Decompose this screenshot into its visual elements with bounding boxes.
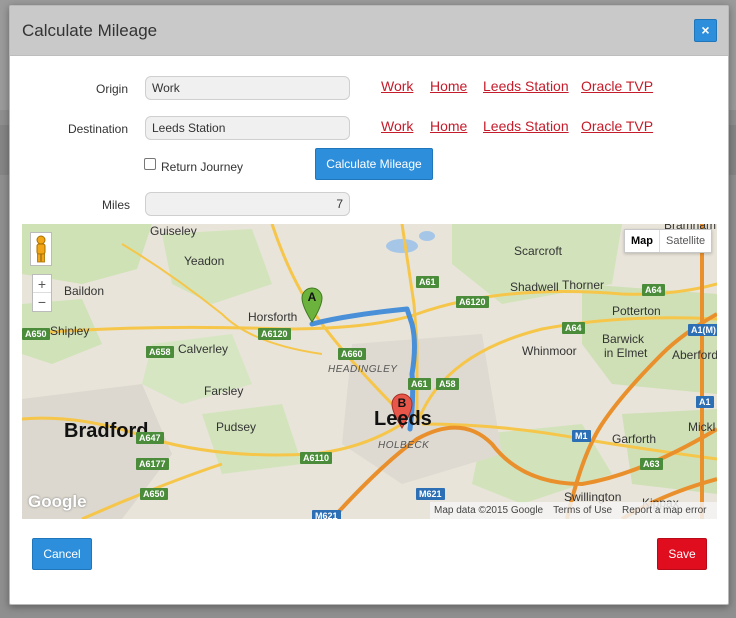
place-label: Scarcroft — [514, 244, 563, 258]
place-label: Shipley — [50, 324, 90, 338]
place-label: Baildon — [64, 284, 105, 298]
street-view-pegman-icon[interactable] — [30, 232, 52, 266]
road-badge: A58 — [436, 378, 459, 390]
place-label: Thorner — [562, 278, 605, 292]
zoom-out-button[interactable]: − — [33, 293, 51, 311]
road-badge: A61 — [408, 378, 431, 390]
map-data-credit: Map data ©2015 Google — [434, 505, 544, 516]
destination-input[interactable] — [145, 116, 350, 140]
destination-preset-home[interactable]: Home — [430, 118, 467, 134]
road-badge: A61 — [416, 276, 439, 288]
origin-input[interactable] — [145, 76, 350, 100]
map-type-map-button[interactable]: Map — [625, 230, 660, 252]
origin-label: Origin — [95, 82, 128, 96]
place-label: Yeadon — [184, 254, 225, 268]
save-button[interactable]: Save — [657, 538, 707, 570]
close-button[interactable]: × — [694, 19, 717, 42]
origin-preset-home[interactable]: Home — [430, 78, 467, 94]
terms-of-use-link[interactable]: Terms of Use — [553, 505, 612, 516]
google-logo: Google — [28, 492, 87, 511]
road-badge: M621 — [416, 488, 445, 500]
place-label: Leeds — [374, 408, 432, 430]
origin-preset-oracle-tvp[interactable]: Oracle TVP — [581, 78, 653, 94]
road-badge: A64 — [562, 322, 585, 334]
road-badge: M621 — [312, 510, 341, 519]
calculate-mileage-dialog: Calculate Mileage × Origin Work Home Lee… — [9, 5, 729, 605]
return-journey-checkbox[interactable] — [144, 158, 156, 170]
road-badge: A64 — [642, 284, 665, 296]
modal-header: Calculate Mileage × — [10, 6, 728, 56]
place-label: Mickl — [688, 420, 716, 434]
place-label: in Elmet — [604, 346, 648, 360]
place-label: Whinmoor — [522, 344, 577, 358]
road-badge: A6120 — [456, 296, 489, 308]
road-badge: A660 — [338, 348, 366, 360]
place-label: Garforth — [612, 432, 657, 446]
route-map[interactable]: A B Guiseley Yeadon Baildon Horsforth Sh… — [22, 224, 717, 519]
map-type-satellite-button[interactable]: Satellite — [660, 230, 711, 252]
road-badge: A6120 — [258, 328, 291, 340]
return-journey-label: Return Journey — [161, 160, 244, 174]
place-label: Shadwell — [510, 280, 559, 294]
road-badge: A650 — [140, 488, 168, 500]
place-label: Farsley — [204, 384, 244, 398]
report-map-error-link[interactable]: Report a map error — [622, 505, 706, 516]
origin-preset-work[interactable]: Work — [381, 78, 413, 94]
origin-preset-leeds-station[interactable]: Leeds Station — [483, 78, 569, 94]
road-badge: A1(M) — [688, 324, 717, 336]
marker-a-label: A — [307, 290, 317, 304]
road-badge: A1 — [696, 396, 714, 408]
place-label: Barwick — [602, 332, 645, 346]
map-attribution: Map data ©2015 Google Terms of Use Repor… — [430, 502, 717, 519]
place-label: Calverley — [178, 342, 229, 356]
miles-label: Miles — [101, 198, 130, 212]
destination-preset-work[interactable]: Work — [381, 118, 413, 134]
place-label: Horsforth — [248, 310, 298, 324]
destination-preset-oracle-tvp[interactable]: Oracle TVP — [581, 118, 653, 134]
place-label: Pudsey — [216, 420, 257, 434]
road-badge: A6110 — [300, 452, 333, 464]
map-type-control: Map Satellite — [624, 229, 713, 253]
place-label: HOLBECK — [378, 440, 430, 451]
calculate-mileage-button[interactable]: Calculate Mileage — [315, 148, 433, 180]
zoom-control: + − — [32, 274, 52, 312]
place-label: Aberford — [672, 348, 717, 362]
zoom-in-button[interactable]: + — [33, 275, 51, 293]
cancel-button[interactable]: Cancel — [32, 538, 92, 570]
miles-input[interactable] — [145, 192, 350, 216]
place-label: Potterton — [612, 304, 661, 318]
place-label: HEADINGLEY — [328, 364, 398, 375]
destination-preset-leeds-station[interactable]: Leeds Station — [483, 118, 569, 134]
place-label: Guiseley — [150, 224, 197, 238]
road-badge: A658 — [146, 346, 174, 358]
road-badge: A650 — [22, 328, 50, 340]
road-badge: A63 — [640, 458, 663, 470]
destination-label: Destination — [67, 122, 128, 136]
road-badge: A647 — [136, 432, 164, 444]
road-badge: A6177 — [136, 458, 169, 470]
modal-title: Calculate Mileage — [22, 21, 158, 40]
road-badge: M1 — [572, 430, 591, 442]
